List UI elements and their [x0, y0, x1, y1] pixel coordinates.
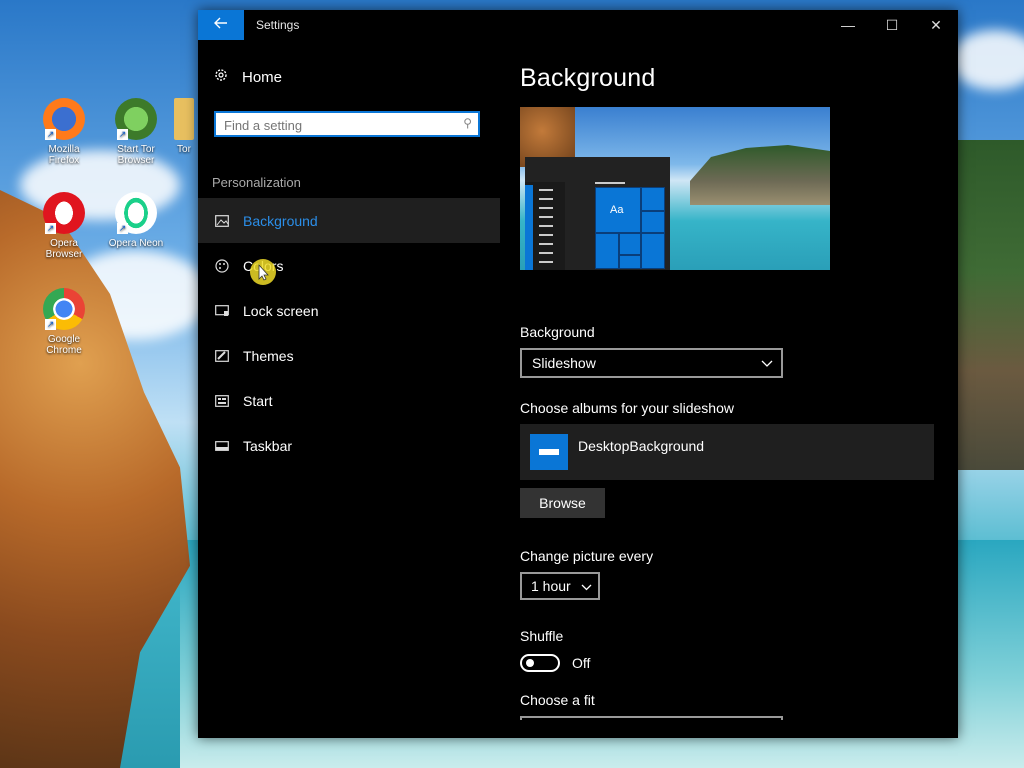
chevron-down-icon — [761, 355, 773, 371]
desktop-icon-label: Opera Neon — [108, 238, 164, 249]
nav-item-themes[interactable]: Themes — [198, 333, 500, 378]
taskbar-icon — [214, 440, 230, 451]
background-preview: Aa — [520, 107, 830, 270]
nav-item-label: Start — [243, 392, 273, 409]
search-input[interactable] — [216, 113, 456, 137]
interval-dropdown[interactable]: 1 hour — [520, 572, 600, 600]
desktop-icon-label: Mozilla Firefox — [48, 144, 80, 166]
preview-mini-window: Aa — [525, 157, 670, 270]
album-thumbnail-icon — [530, 434, 568, 470]
desktop-icon-tor[interactable]: Tor — [170, 98, 198, 155]
window-controls: — ☐ ✕ — [826, 10, 958, 40]
shuffle-row: Off — [520, 654, 958, 672]
desktop-icon-chrome[interactable]: ↗ Google Chrome — [34, 288, 94, 356]
opera-icon: ↗ — [43, 192, 85, 234]
nav-item-label: Themes — [243, 347, 294, 364]
lock-screen-icon — [214, 304, 230, 317]
opera-neon-icon: ↗ — [115, 192, 157, 234]
minimize-button[interactable]: — — [826, 10, 870, 40]
back-arrow-icon — [214, 16, 228, 34]
nav-item-label: Lock screen — [243, 302, 319, 319]
interval-dropdown-value: 1 hour — [531, 578, 571, 594]
close-button[interactable]: ✕ — [914, 10, 958, 40]
nav-item-label: Taskbar — [243, 437, 293, 454]
nav-home-label: Home — [242, 68, 283, 86]
albums-label: Choose albums for your slideshow — [520, 400, 734, 416]
search-box: ⚲ — [214, 111, 480, 137]
gear-icon — [214, 68, 228, 86]
desktop-icon-label: Start Tor Browser — [117, 144, 155, 166]
shortcut-arrow-icon: ↗ — [117, 223, 128, 234]
tor-browser-icon: ↗ — [115, 98, 157, 140]
section-label: Personalization — [212, 175, 301, 190]
desktop-icon-label: Opera Browser — [45, 238, 83, 260]
nav-item-taskbar[interactable]: Taskbar — [198, 423, 500, 468]
back-button[interactable] — [198, 10, 244, 40]
preview-tile-text: Aa — [610, 204, 624, 216]
start-icon — [214, 394, 230, 407]
desktop-icon-firefox[interactable]: ↗ Mozilla Firefox — [34, 98, 94, 166]
folder-icon — [174, 98, 194, 140]
nav-item-background[interactable]: Background — [198, 198, 500, 243]
search-icon[interactable]: ⚲ — [463, 116, 472, 130]
settings-content: Background Aa Background Slideshow Choos… — [520, 40, 958, 738]
background-dropdown[interactable]: Slideshow — [520, 348, 783, 378]
cloud — [950, 30, 1024, 90]
title-bar: Settings — ☐ ✕ — [198, 10, 958, 40]
desktop-icon-opera-neon[interactable]: ↗ Opera Neon — [106, 192, 166, 249]
album-item[interactable]: DesktopBackground — [520, 424, 934, 480]
fit-label: Choose a fit — [520, 692, 595, 708]
shortcut-arrow-icon: ↗ — [117, 129, 128, 140]
album-name: DesktopBackground — [578, 438, 705, 454]
settings-window: Settings — ☐ ✕ Home ⚲ Personalization Ba… — [198, 10, 958, 738]
desktop-icon-label: Tor — [177, 144, 191, 155]
desktop-icon-opera[interactable]: ↗ Opera Browser — [34, 192, 94, 260]
nav-item-colors[interactable]: Colors — [198, 243, 500, 288]
desktop-trees — [954, 140, 1024, 470]
firefox-icon: ↗ — [43, 98, 85, 140]
preview-mini-nav — [525, 182, 565, 270]
desktop-icon-tor-browser[interactable]: ↗ Start Tor Browser — [106, 98, 166, 166]
desktop-icon-label: Google Chrome — [46, 334, 82, 356]
browse-button[interactable]: Browse — [520, 488, 605, 518]
nav-item-lock-screen[interactable]: Lock screen — [198, 288, 500, 333]
shortcut-arrow-icon: ↗ — [45, 223, 56, 234]
image-icon — [214, 214, 230, 227]
fit-dropdown[interactable] — [520, 716, 783, 720]
chevron-down-icon — [581, 578, 592, 594]
window-title: Settings — [256, 18, 300, 32]
shortcut-arrow-icon: ↗ — [45, 129, 56, 140]
background-dropdown-value: Slideshow — [532, 355, 596, 371]
interval-label: Change picture every — [520, 548, 654, 564]
shuffle-state: Off — [572, 655, 591, 671]
preview-mini-titlebar — [595, 182, 625, 184]
nav-item-start[interactable]: Start — [198, 378, 500, 423]
shuffle-toggle[interactable] — [520, 654, 560, 672]
shortcut-arrow-icon: ↗ — [45, 319, 56, 330]
nav-home[interactable]: Home — [198, 59, 500, 95]
preview-tiles: Aa — [595, 187, 667, 270]
page-title: Background — [520, 64, 656, 92]
preview-island — [690, 145, 830, 205]
palette-icon — [214, 258, 230, 273]
themes-icon — [214, 349, 230, 362]
mouse-cursor-highlight — [250, 259, 276, 285]
maximize-button[interactable]: ☐ — [870, 10, 914, 40]
chrome-icon: ↗ — [43, 288, 85, 330]
shuffle-label: Shuffle — [520, 628, 564, 644]
nav-item-label: Background — [243, 212, 318, 229]
settings-nav: Home ⚲ Personalization Background Colors… — [198, 40, 500, 738]
preview-tile-large: Aa — [595, 187, 641, 233]
background-label: Background — [520, 324, 595, 340]
